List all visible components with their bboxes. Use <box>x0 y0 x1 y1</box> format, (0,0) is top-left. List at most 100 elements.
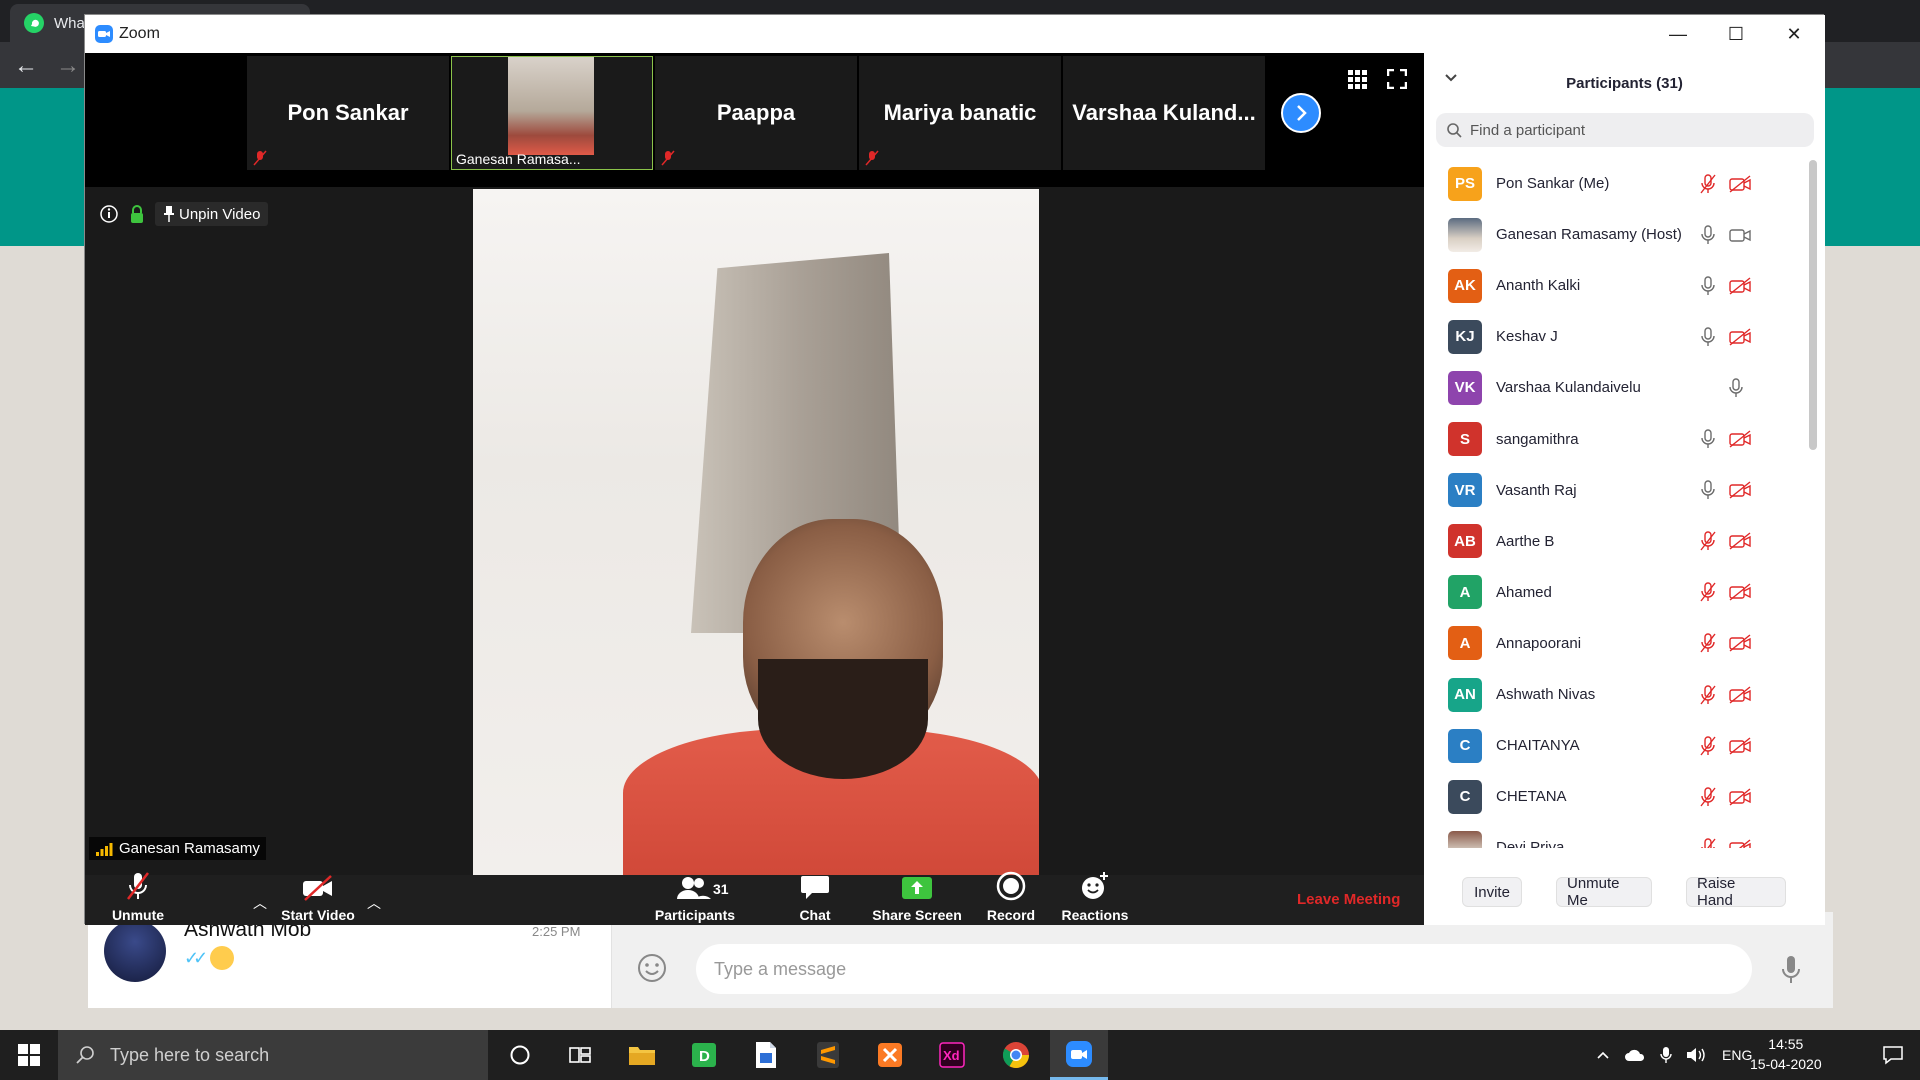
mic-muted-icon <box>1700 735 1716 756</box>
pin-icon <box>163 205 175 223</box>
unpin-video-button[interactable]: Unpin Video <box>155 202 269 226</box>
action-center-icon[interactable] <box>1866 1030 1920 1080</box>
participant-row[interactable]: Ganesan Ramasamy (Host) <box>1424 209 1810 260</box>
voice-message-icon[interactable] <box>1780 955 1802 985</box>
video-off-icon <box>1728 481 1752 499</box>
show-hidden-icons-chevron-icon[interactable] <box>1596 1050 1610 1060</box>
chat-button[interactable]: Chat <box>775 875 855 925</box>
participant-name: Ashwath Nivas <box>1496 686 1596 703</box>
participant-row[interactable]: VR Vasanth Raj <box>1424 465 1810 516</box>
taskbar-clock[interactable]: 14:55 15-04-2020 <box>1750 1034 1822 1074</box>
participant-list: PS Pon Sankar (Me) Ganesan Ramasamy (Host)… <box>1424 158 1810 848</box>
search-icon <box>76 1045 96 1065</box>
forward-arrow-icon[interactable]: → <box>56 52 80 80</box>
microphone-icon[interactable] <box>1660 1046 1672 1064</box>
chat-time: 2:25 PM <box>532 924 581 939</box>
unmute-label: Unmute <box>111 907 165 923</box>
invite-button[interactable]: Invite <box>1462 877 1522 907</box>
unmute-button[interactable]: Unmute <box>93 872 183 925</box>
raise-hand-button[interactable]: Raise Hand <box>1686 875 1786 909</box>
collapse-panel-chevron-icon[interactable] <box>1444 73 1458 83</box>
participant-row[interactable]: A Ahamed <box>1424 567 1810 618</box>
leave-meeting-button[interactable]: Leave Meeting <box>1297 891 1400 908</box>
encryption-lock-icon[interactable] <box>129 204 145 224</box>
task-view-icon[interactable] <box>552 1030 608 1080</box>
info-icon[interactable] <box>99 204 119 224</box>
mic-icon <box>1728 378 1744 398</box>
search-placeholder: Find a participant <box>1470 121 1586 139</box>
start-video-button[interactable]: Start Video <box>273 875 363 925</box>
volume-icon[interactable] <box>1686 1046 1708 1064</box>
participant-row[interactable]: AK Ananth Kalki <box>1424 260 1810 311</box>
gallery-view-icon[interactable] <box>1347 69 1367 89</box>
zoom-titlebar: Zoom <box>85 15 1825 53</box>
onedrive-cloud-icon[interactable] <box>1624 1048 1646 1062</box>
participant-search-input[interactable]: Find a participant <box>1436 113 1814 147</box>
video-off-icon <box>1728 685 1752 704</box>
participant-name: Ananth Kalki <box>1496 277 1581 295</box>
video-info-bar: Unpin Video <box>99 201 269 227</box>
avatar <box>1448 217 1482 252</box>
window-title: Zoom <box>119 25 160 42</box>
active-speaker-video[interactable] <box>473 189 1039 875</box>
participant-row[interactable]: PS Pon Sankar (Me) <box>1424 158 1810 209</box>
video-off-icon <box>1728 737 1752 755</box>
next-page-button[interactable] <box>1281 93 1321 133</box>
video-off-icon <box>1728 532 1752 550</box>
mic-icon <box>1700 224 1716 245</box>
svg-text:D: D <box>699 1048 710 1065</box>
avatar[interactable] <box>104 920 166 982</box>
participant-row[interactable]: AN Ashwath Nivas <box>1424 669 1810 720</box>
chat-icon <box>800 873 830 901</box>
thumbnail-varshaa[interactable]: Varshaa Kuland... <box>1063 56 1265 170</box>
thumbnail-name: Varshaa Kuland... <box>1072 100 1256 125</box>
taskbar-search-box[interactable]: Type here to search <box>58 1030 488 1080</box>
video-off-icon <box>1728 277 1752 295</box>
avatar: AB <box>1448 524 1482 559</box>
cortana-icon[interactable] <box>492 1030 548 1080</box>
participant-name: Vasanth Raj <box>1496 481 1577 499</box>
dev-app-icon[interactable]: D <box>676 1030 732 1080</box>
thumbnail-mariya[interactable]: Mariya banatic <box>859 56 1061 170</box>
participant-row[interactable]: C CHAITANYA <box>1424 720 1810 771</box>
maximize-button[interactable]: ☐ <box>1707 15 1765 53</box>
participant-row[interactable]: KJ Keshav J <box>1424 311 1810 362</box>
close-button[interactable]: ✕ <box>1765 15 1823 53</box>
fullscreen-icon[interactable] <box>1387 69 1407 89</box>
emoji-picker-icon[interactable] <box>636 952 668 984</box>
participant-name: Keshav J <box>1496 328 1558 346</box>
document-viewer-icon[interactable] <box>738 1030 794 1080</box>
adobe-xd-icon[interactable]: Xd <box>924 1030 980 1080</box>
thumbnail-ganesan[interactable]: Ganesan Ramasa... <box>451 56 653 170</box>
sublime-text-icon[interactable] <box>800 1030 856 1080</box>
windows-start-button[interactable] <box>0 1030 58 1080</box>
message-input[interactable]: Type a message <box>696 944 1752 994</box>
input-language[interactable]: ENG <box>1722 1047 1752 1063</box>
thumbnail-paappa[interactable]: Paappa <box>655 56 857 170</box>
thumbnail-pon-sankar[interactable]: Pon Sankar <box>247 56 449 170</box>
audio-options-caret-icon[interactable]: ︿ <box>253 893 267 913</box>
record-button[interactable]: Record <box>971 871 1051 925</box>
participants-button[interactable]: 31 Participants <box>645 875 745 925</box>
zoom-taskbar-icon[interactable] <box>1050 1030 1108 1080</box>
participant-row[interactable]: A Annapoorani <box>1424 618 1810 669</box>
participant-row[interactable]: Devi Priya <box>1424 822 1810 848</box>
video-off-icon <box>1728 788 1752 806</box>
participant-row[interactable]: Ssangamithra <box>1424 414 1810 465</box>
participant-row[interactable]: C CHETANA <box>1424 771 1810 822</box>
participant-row[interactable]: AB Aarthe B <box>1424 516 1810 567</box>
chrome-icon[interactable] <box>988 1030 1044 1080</box>
share-screen-button[interactable]: Share Screen <box>867 875 967 925</box>
back-arrow-icon[interactable]: ← <box>14 52 38 80</box>
reactions-button[interactable]: Reactions <box>1055 872 1135 925</box>
video-options-caret-icon[interactable]: ︿ <box>367 893 381 913</box>
participant-row[interactable]: VK Varshaa Kulandaivelu <box>1424 362 1810 413</box>
minimize-button[interactable]: — <box>1649 15 1707 53</box>
participant-list-scrollbar[interactable] <box>1809 160 1817 450</box>
unmute-me-button[interactable]: Unmute Me <box>1556 875 1652 909</box>
file-explorer-icon[interactable] <box>614 1030 670 1080</box>
video-off-icon <box>301 875 335 901</box>
xampp-icon[interactable] <box>862 1030 918 1080</box>
participant-name: Devi Priya <box>1496 839 1565 848</box>
whatsapp-icon <box>24 13 44 33</box>
